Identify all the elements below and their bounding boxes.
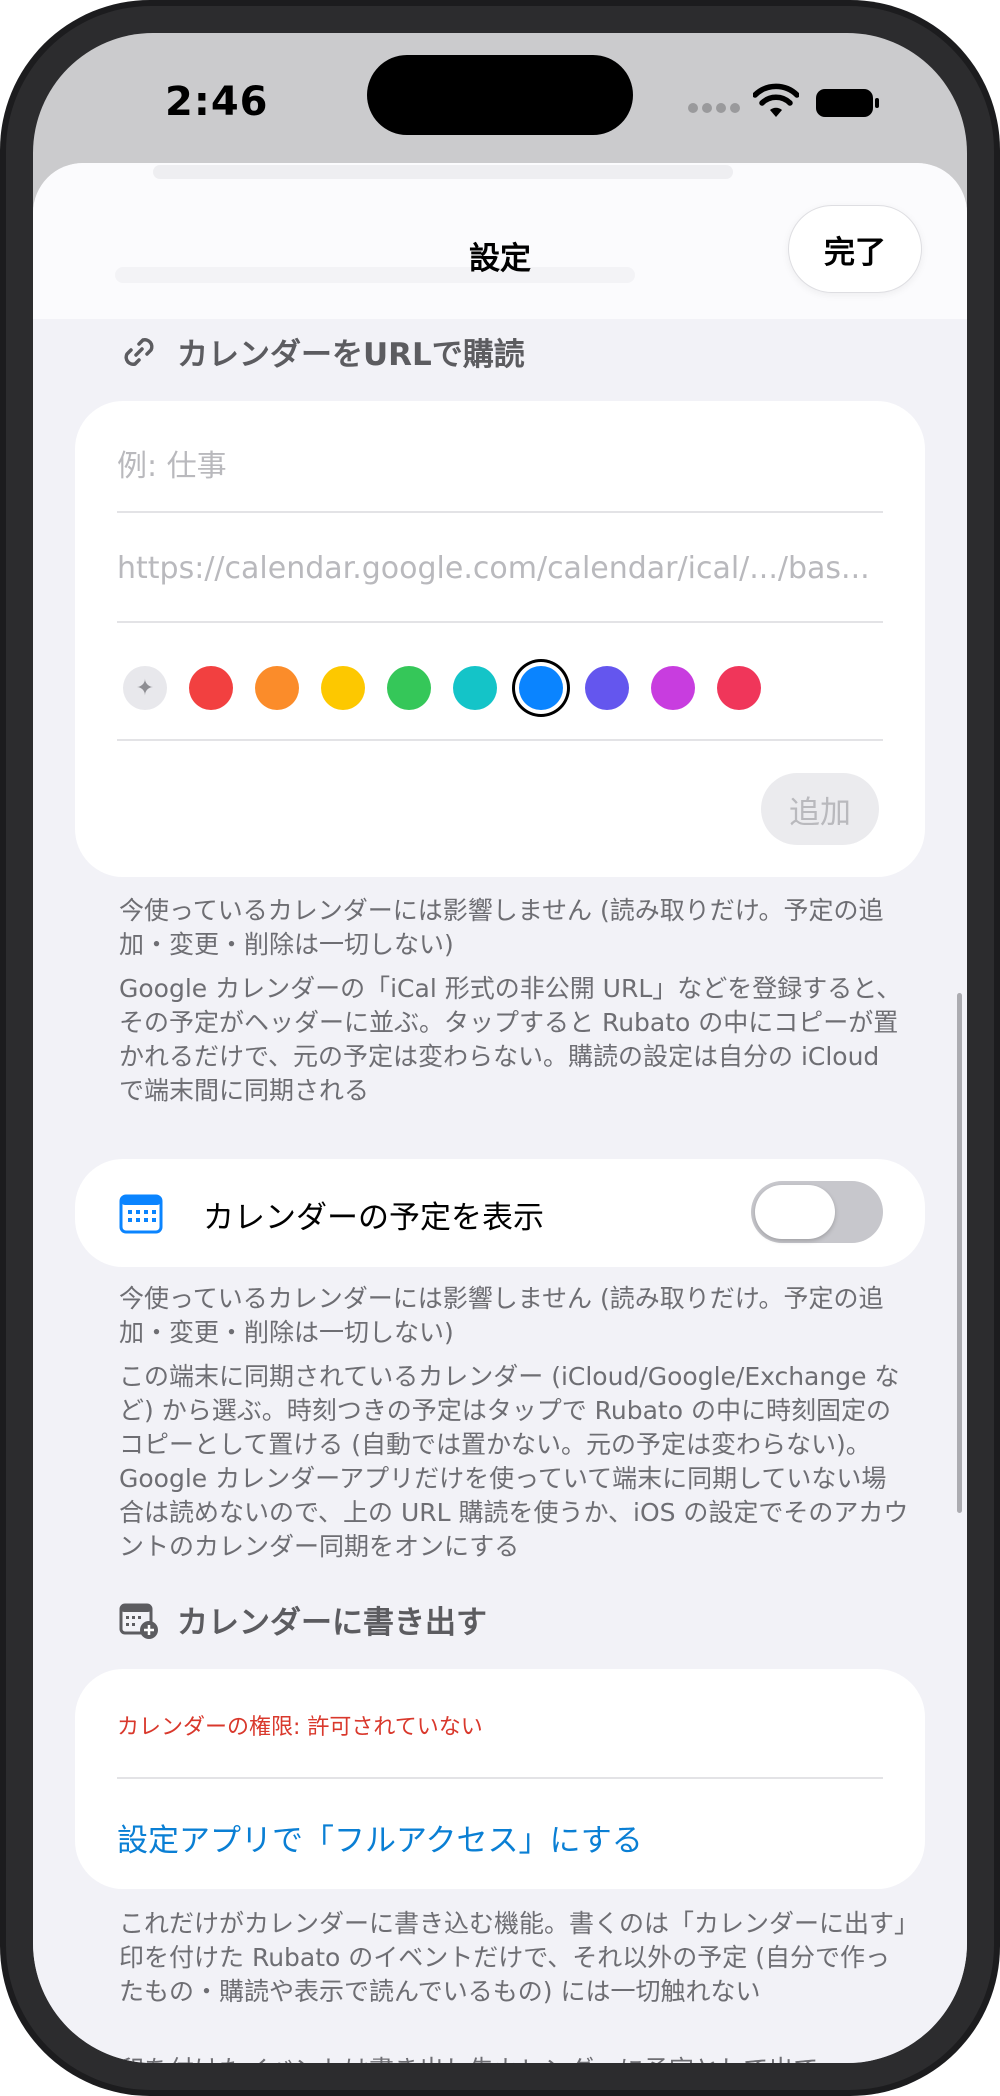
section-title: カレンダーに書き出す [177,1605,487,1641]
export-footnote-1: これだけがカレンダーに書き込む機能。書くのは「カレンダーに出す」印を付けた Ru… [119,1909,907,2006]
done-button[interactable]: 完了 [788,205,922,293]
battery-icon [816,89,879,117]
color-swatch-pink[interactable] [717,666,761,710]
color-swatch-teal[interactable] [453,666,497,710]
add-button[interactable]: 追加 [761,773,879,845]
toggle-knob [755,1185,835,1239]
dynamic-island [367,55,633,135]
color-swatch-yellow[interactable] [321,666,365,710]
open-settings-link[interactable]: 設定アプリで「フルアクセス」にする [117,1815,643,1860]
cellular-signal-icon [688,103,740,115]
section-title: カレンダーをURLで購読 [177,337,525,373]
permission-status: カレンダーの権限: 許可されていない [117,1715,483,1740]
nav-bar: 設定 完了 [33,163,967,319]
color-swatch-red[interactable] [189,666,233,710]
color-swatch-green[interactable] [387,666,431,710]
phone-frame: 2:46 設定 完了 カレンダーをURLで購読 例: 仕事 https://ca… [0,0,1000,2096]
color-swatch-purple[interactable] [651,666,695,710]
show-events-toggle[interactable] [751,1181,883,1243]
status-bar: 2:46 [33,33,967,183]
export-footnote-2: 印を付けたイベントは書き出し先カレンダーに予定として出て、Rubato で動かせ… [119,2053,909,2063]
calendar-name-field[interactable]: 例: 仕事 [117,441,882,485]
subscribe-footnote-1: 今使っているカレンダーには影響しません (読み取りだけ。予定の追加・変更・削除は… [119,896,884,959]
export-section-header: カレンダーに書き出す [119,1597,487,1642]
wifi-icon [753,83,799,117]
color-swatch-orange[interactable] [255,666,299,710]
settings-sheet: 設定 完了 カレンダーをURLで購読 例: 仕事 https://calenda… [33,163,967,2063]
color-swatch-indigo[interactable] [585,666,629,710]
auto-color-swatch[interactable]: ✦ [123,666,167,710]
show-events-label: カレンダーの予定を表示 [203,1200,544,1236]
status-time: 2:46 [165,79,269,125]
calendar-icon [119,1194,163,1234]
sparkle-icon: ✦ [135,675,155,701]
show-events-footnote-2: この端末に同期されているカレンダー (iCloud/Google/Exchang… [119,1362,909,1561]
link-icon [124,337,154,366]
calendar-add-icon [119,1603,158,1639]
screen: 2:46 設定 完了 カレンダーをURLで購読 例: 仕事 https://ca… [33,33,967,2063]
export-card: カレンダーの権限: 許可されていない 設定アプリで「フルアクセス」にする [75,1669,925,1889]
subscribe-section-header: カレンダーをURLで購読 [119,329,525,374]
subscribe-card: 例: 仕事 https://calendar.google.com/calend… [75,401,925,877]
scrollbar[interactable] [957,993,962,1513]
color-swatch-blue-selected[interactable] [519,666,563,710]
show-events-footnote-1: 今使っているカレンダーには影響しません (読み取りだけ。予定の追加・変更・削除は… [119,1284,884,1347]
show-events-card: カレンダーの予定を表示 [75,1159,925,1267]
subscribe-footnote-2: Google カレンダーの「iCal 形式の非公開 URL」などを登録すると、そ… [119,974,902,1105]
calendar-url-field[interactable]: https://calendar.google.com/calendar/ica… [117,551,882,586]
